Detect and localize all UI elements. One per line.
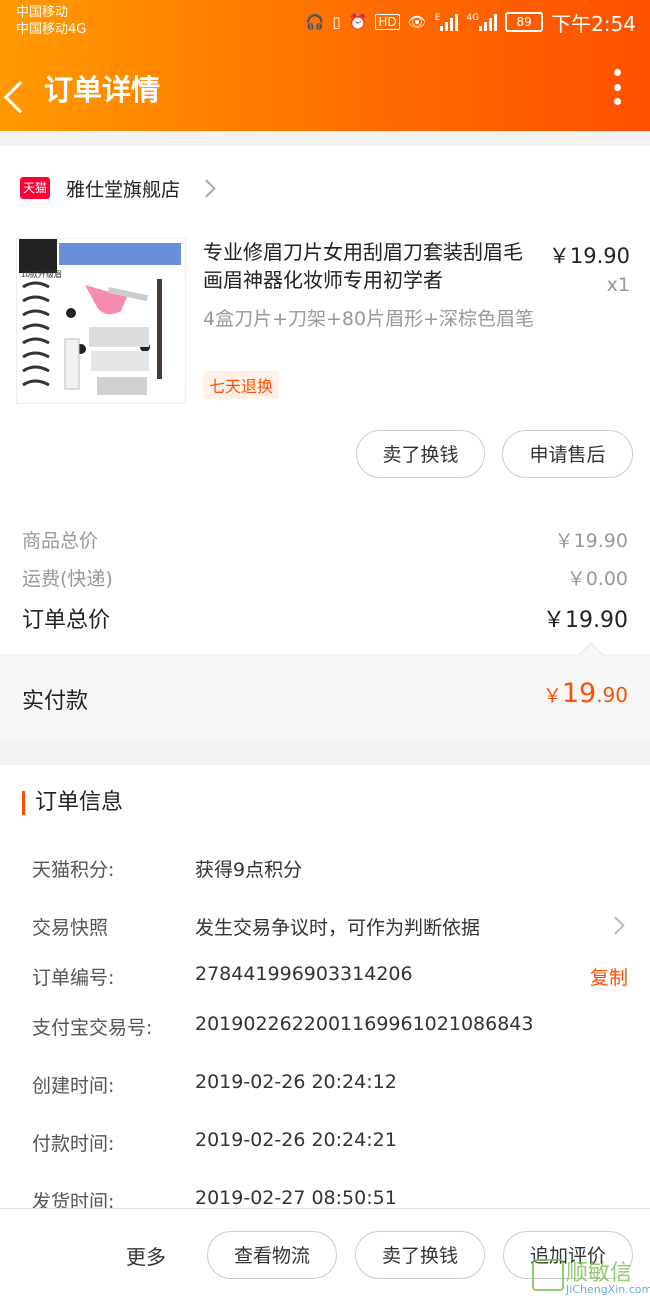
info-row-paid-time: 付款时间: 2019-02-26 20:24:21: [32, 1129, 628, 1159]
paid-currency: ￥: [542, 685, 562, 707]
signal-e-icon: E: [435, 13, 459, 31]
info-value: 278441996903314206: [195, 963, 413, 985]
info-row-alipay-number: 支付宝交易号: 2019022622001169961021086843: [32, 1013, 628, 1043]
paid-decimal: .90: [596, 683, 628, 707]
net-4g-label: 4G: [466, 13, 480, 23]
paid-integer: 19: [561, 678, 597, 709]
info-value: 2019-02-26 20:24:12: [195, 1071, 397, 1093]
view-logistics-button[interactable]: 查看物流: [207, 1231, 337, 1279]
info-value: 2019-02-26 20:24:21: [195, 1129, 397, 1151]
info-value: 2019022622001169961021086843: [195, 1013, 534, 1035]
shipping-value: ￥0.00: [566, 568, 628, 590]
order-info-card: 订单信息 天猫积分: 获得9点积分 交易快照 发生交易争议时，可作为判断依据 订…: [0, 765, 650, 1215]
nav-bar: 订单详情: [0, 55, 650, 119]
vibrate-icon: ▯: [332, 13, 341, 31]
order-item-card: 天猫 雅仕堂旗舰店 10款升级眉 专业修眉刀片女用刮眉刀套装刮眉毛画眉神器化妆师…: [0, 146, 650, 741]
info-key: 天猫积分:: [32, 859, 115, 881]
chevron-right-icon: [606, 916, 625, 935]
product-image[interactable]: 10款升级眉: [16, 238, 186, 404]
goods-total-row: 商品总价 ￥19.90: [22, 526, 628, 553]
watermark-logo-icon: [532, 1259, 564, 1291]
info-key: 支付宝交易号:: [32, 1017, 153, 1039]
top-bar: 中国移动 中国移动4G 🎧 ▯ ⏰ HD 👁 E 4G 89 下午2:54 订单…: [0, 0, 650, 131]
info-value: 发生交易争议时，可作为判断依据: [195, 917, 481, 939]
page-title: 订单详情: [44, 73, 161, 107]
shop-header[interactable]: 天猫 雅仕堂旗舰店: [20, 173, 216, 203]
after-sale-button[interactable]: 申请售后: [502, 430, 633, 478]
battery-icon: 89: [505, 12, 544, 32]
return-policy-badge: 七天退换: [203, 371, 280, 399]
eye-icon: 👁: [407, 13, 427, 31]
goods-total-label: 商品总价: [22, 530, 99, 552]
amount-paid-row: 实付款 ￥19.90: [0, 642, 650, 741]
carrier-info: 中国移动 中国移动4G: [16, 4, 86, 38]
carrier-2: 中国移动4G: [16, 22, 87, 37]
product-price: ￥19.90: [548, 244, 630, 268]
shipping-label: 运费(快递): [22, 568, 113, 590]
copy-button[interactable]: 复制: [590, 963, 628, 990]
more-button[interactable]: 更多: [126, 1241, 166, 1270]
product-image-drawing: 10款升级眉: [17, 239, 185, 403]
headphone-icon: 🎧: [305, 13, 325, 31]
product-title[interactable]: 专业修眉刀片女用刮眉刀套装刮眉毛画眉神器化妆师专用初学者: [203, 238, 538, 294]
info-key: 付款时间:: [32, 1133, 115, 1155]
info-key: 订单编号:: [32, 967, 115, 989]
info-value: 获得9点积分: [195, 859, 303, 881]
hd-icon: HD: [375, 14, 400, 30]
order-total-label: 订单总价: [22, 608, 111, 633]
carrier-1: 中国移动: [16, 5, 69, 20]
goods-total-value: ￥19.90: [554, 530, 628, 552]
order-total-value: ￥19.90: [543, 608, 628, 633]
product-sku: 4盒刀片+刀架+80片眉形+深棕色眉笔: [203, 308, 535, 330]
info-row-created-time: 创建时间: 2019-02-26 20:24:12: [32, 1071, 628, 1101]
info-key: 交易快照: [32, 917, 109, 939]
status-bar: 中国移动 中国移动4G 🎧 ▯ ⏰ HD 👁 E 4G 89 下午2:54: [0, 0, 650, 45]
pointer-caret-icon: [578, 642, 604, 656]
info-row-points: 天猫积分: 获得9点积分: [32, 855, 628, 885]
alarm-icon: ⏰: [348, 13, 368, 31]
info-row-snapshot[interactable]: 交易快照 发生交易争议时，可作为判断依据: [32, 913, 628, 943]
watermark-en: JiChengXin.com: [566, 1283, 650, 1296]
shop-name: 雅仕堂旗舰店: [66, 178, 181, 201]
signal-4g-icon: 4G: [466, 13, 498, 31]
order-info-title: 订单信息: [22, 791, 123, 815]
image-caption: 10款升级眉: [21, 269, 62, 279]
chevron-right-icon: [197, 178, 216, 198]
bottom-action-bar: 更多 查看物流 卖了换钱 追加评价 顺敏信 JiChengXin.com: [0, 1208, 650, 1301]
status-icons: 🎧 ▯ ⏰ HD 👁 E 4G 89 下午2:54: [306, 8, 636, 36]
status-time: 下午2:54: [551, 11, 636, 36]
sell-for-cash-bottom-button[interactable]: 卖了换钱: [355, 1231, 485, 1279]
shipping-row: 运费(快递) ￥0.00: [22, 564, 628, 591]
product-quantity: x1: [606, 274, 630, 296]
sell-for-cash-button[interactable]: 卖了换钱: [356, 430, 485, 478]
watermark: 顺敏信 JiChengXin.com: [530, 1253, 650, 1299]
order-total-row: 订单总价 ￥19.90: [22, 602, 628, 634]
amount-paid-value: ￥19.90: [543, 678, 628, 709]
info-value: 2019-02-27 08:50:51: [195, 1187, 397, 1209]
info-row-order-number: 订单编号: 278441996903314206 复制: [32, 963, 628, 993]
tmall-badge: 天猫: [20, 177, 50, 199]
back-button[interactable]: [10, 65, 40, 105]
more-menu-icon[interactable]: [612, 69, 622, 105]
amount-paid-label: 实付款: [22, 689, 89, 714]
info-key: 创建时间:: [32, 1075, 115, 1097]
